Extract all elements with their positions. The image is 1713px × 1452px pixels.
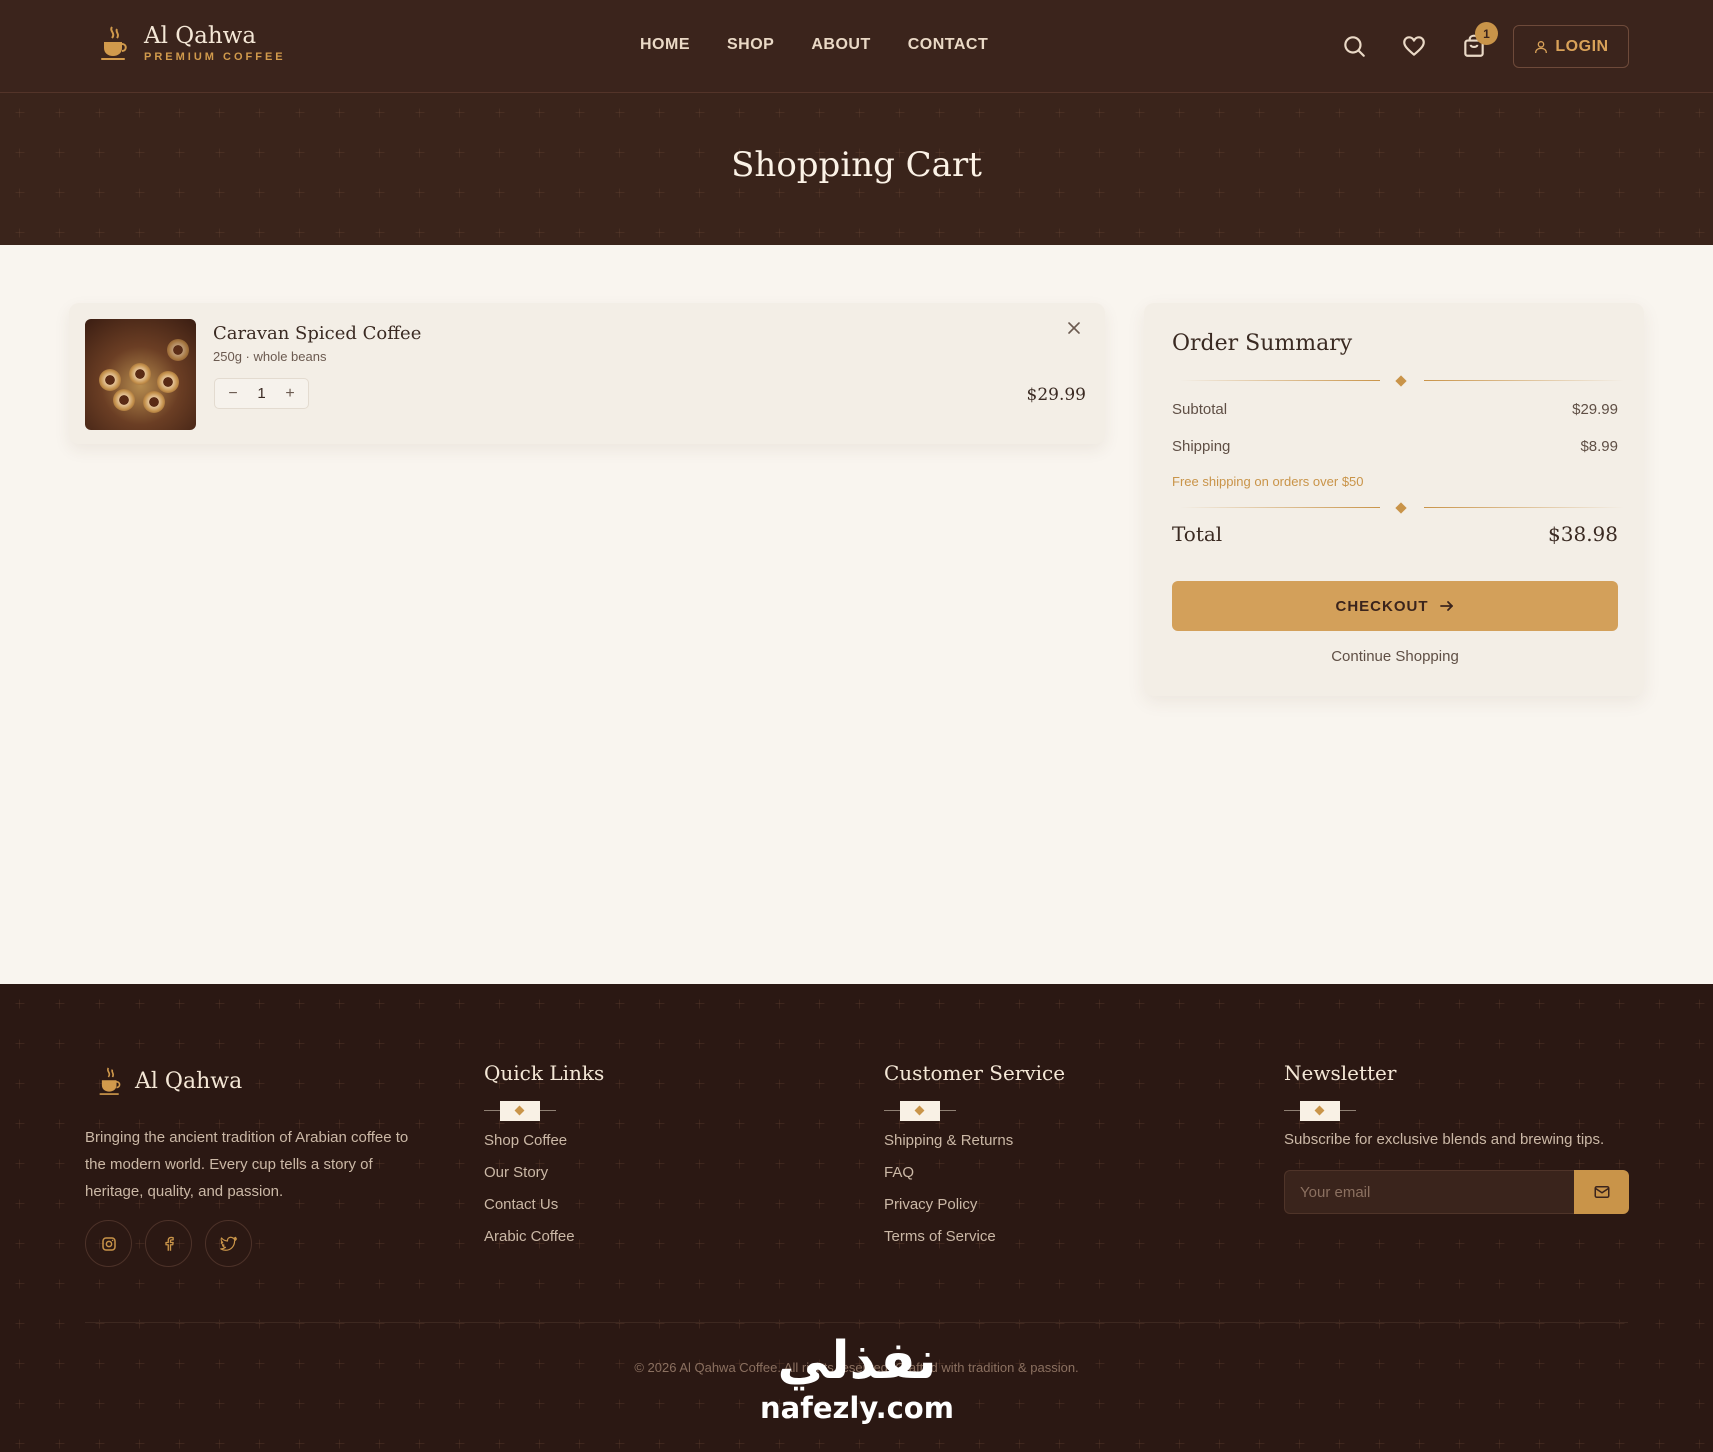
subtotal-value: $29.99 <box>1572 401 1618 418</box>
brand-name: Al Qahwa <box>144 23 257 49</box>
site-footer: Al Qahwa Bringing the ancient tradition … <box>0 984 1713 1452</box>
footer-link-terms[interactable]: Terms of Service <box>884 1228 996 1245</box>
brand-tagline: PREMIUM COFFEE <box>144 51 286 63</box>
subtotal-label: Subtotal <box>1172 401 1228 418</box>
twitter-button[interactable] <box>205 1220 252 1267</box>
cart-count-badge: 1 <box>1475 22 1498 45</box>
total-row: Total $38.98 <box>1172 522 1618 546</box>
footer-link-shop-coffee[interactable]: Shop Coffee <box>484 1132 567 1149</box>
shipping-value: $8.99 <box>1580 438 1618 455</box>
facebook-button[interactable] <box>145 1220 192 1267</box>
nav-about[interactable]: ABOUT <box>811 36 870 54</box>
instagram-icon <box>101 1236 116 1251</box>
image-detail <box>157 371 179 393</box>
increase-quantity-button[interactable]: + <box>282 385 298 403</box>
footer-separator <box>85 1322 1628 1323</box>
footer-brand-name: Al Qahwa <box>135 1068 243 1094</box>
footer-link-shipping-returns[interactable]: Shipping & Returns <box>884 1132 1013 1149</box>
footer-link-our-story[interactable]: Our Story <box>484 1164 548 1181</box>
footer-brand[interactable]: Al Qahwa <box>97 1064 242 1098</box>
watermark: نفذلي nafezly.com <box>752 1331 962 1425</box>
user-icon <box>1535 40 1548 53</box>
coffee-cup-icon <box>101 25 127 60</box>
checkout-button[interactable]: CHECKOUT <box>1172 581 1618 631</box>
main-nav: HOME SHOP ABOUT CONTACT <box>640 36 1025 54</box>
total-label: Total <box>1172 522 1223 546</box>
page-hero: Shopping Cart <box>0 93 1713 245</box>
ornament-divider <box>1180 502 1624 514</box>
coffee-cup-icon <box>99 1067 121 1095</box>
shipping-label: Shipping <box>1172 438 1231 455</box>
ornament-divider <box>884 1100 956 1122</box>
image-detail <box>167 339 189 361</box>
footer-link-faq[interactable]: FAQ <box>884 1164 914 1181</box>
heart-icon[interactable] <box>1401 33 1427 59</box>
footer-about-text: Bringing the ancient tradition of Arabia… <box>85 1129 409 1200</box>
watermark-latin: nafezly.com <box>760 1391 954 1425</box>
footer-link-contact-us[interactable]: Contact Us <box>484 1196 558 1213</box>
nav-contact[interactable]: CONTACT <box>908 36 989 54</box>
page-title: Shopping Cart <box>731 145 982 185</box>
quantity-value: 1 <box>257 385 266 402</box>
free-shipping-note: Free shipping on orders over $50 <box>1172 474 1364 489</box>
login-label: LOGIN <box>1555 37 1609 55</box>
login-button[interactable]: LOGIN <box>1513 25 1629 68</box>
customer-service-title: Customer Service <box>884 1061 1066 1085</box>
ornament-divider <box>1180 375 1624 387</box>
footer-link-privacy-policy[interactable]: Privacy Policy <box>884 1196 977 1213</box>
nav-home[interactable]: HOME <box>640 36 690 54</box>
image-detail <box>113 389 135 411</box>
ornament-divider <box>1284 1100 1356 1122</box>
continue-shopping-link[interactable]: Continue Shopping <box>1172 648 1618 665</box>
search-icon[interactable] <box>1341 33 1367 59</box>
mail-icon <box>1594 1186 1609 1198</box>
product-image[interactable] <box>85 319 196 430</box>
newsletter-submit-button[interactable] <box>1574 1170 1629 1214</box>
subtotal-row: Subtotal $29.99 <box>1172 401 1618 418</box>
newsletter-email-input[interactable] <box>1284 1170 1574 1214</box>
cart-item: Caravan Spiced Coffee 250g · whole beans… <box>69 303 1105 444</box>
brand-logo[interactable]: Al Qahwa PREMIUM COFFEE <box>98 22 286 63</box>
checkout-label: CHECKOUT <box>1335 597 1429 615</box>
product-variant: 250g · whole beans <box>213 349 327 364</box>
instagram-button[interactable] <box>85 1220 132 1267</box>
arrow-right-icon <box>1439 601 1453 611</box>
ornament-divider <box>484 1100 556 1122</box>
image-detail <box>143 391 165 413</box>
newsletter-title: Newsletter <box>1284 1061 1397 1085</box>
image-detail <box>99 369 121 391</box>
facebook-icon <box>164 1236 174 1251</box>
product-name[interactable]: Caravan Spiced Coffee <box>213 323 421 344</box>
total-value: $38.98 <box>1548 522 1618 546</box>
twitter-icon <box>219 1236 237 1251</box>
shipping-row: Shipping $8.99 <box>1172 438 1618 455</box>
quantity-stepper: − 1 + <box>214 378 309 409</box>
item-price: $29.99 <box>1026 385 1086 405</box>
watermark-arabic: نفذلي <box>777 1331 937 1391</box>
quick-links-title: Quick Links <box>484 1061 605 1085</box>
decrease-quantity-button[interactable]: − <box>225 385 241 403</box>
newsletter-description: Subscribe for exclusive blends and brewi… <box>1284 1131 1605 1148</box>
close-icon[interactable] <box>1066 320 1082 336</box>
footer-link-arabic-coffee[interactable]: Arabic Coffee <box>484 1228 575 1245</box>
site-header: Al Qahwa PREMIUM COFFEE HOME SHOP ABOUT … <box>0 0 1713 93</box>
order-summary: Order Summary Subtotal $29.99 Shipping $… <box>1144 303 1644 696</box>
nav-shop[interactable]: SHOP <box>727 36 774 54</box>
image-detail <box>129 363 151 385</box>
order-summary-title: Order Summary <box>1172 331 1353 356</box>
